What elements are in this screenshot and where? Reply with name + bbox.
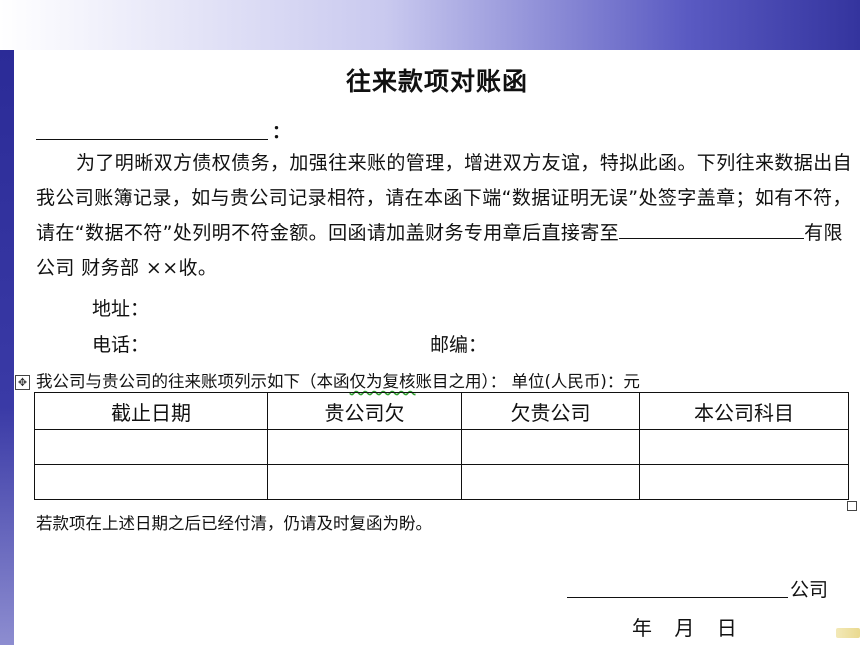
- table-cell[interactable]: [461, 464, 640, 500]
- table-header-row: 截止日期 贵公司欠 欠贵公司 本公司科目: [34, 392, 849, 430]
- corner-accent: [836, 628, 860, 638]
- resize-square-icon[interactable]: [847, 501, 857, 511]
- table-intro: 我公司与贵公司的往来账项列示如下（本函仅为复核账目之用）： 单位(人民币)：元: [36, 368, 856, 392]
- table-cell[interactable]: [639, 429, 849, 465]
- document-title: 往来款项对账函: [345, 67, 528, 96]
- address-label: 地址：: [92, 298, 150, 320]
- table-cell[interactable]: [267, 429, 462, 465]
- table-cell[interactable]: [267, 464, 462, 500]
- column-header-owed-by-you: 贵公司欠: [267, 392, 462, 430]
- table-row: [34, 464, 849, 500]
- table-intro-unit: 账目之用）： 单位(人民币)：元: [415, 372, 640, 391]
- move-cross-icon[interactable]: ✥: [15, 375, 30, 390]
- company-suffix: 公司: [790, 579, 829, 601]
- column-header-cutoff-date: 截止日期: [34, 392, 268, 430]
- table-cell[interactable]: [34, 464, 268, 500]
- mailing-company-blank: [619, 218, 805, 239]
- postcode-label: 邮编：: [430, 334, 488, 356]
- slide-left-strip: [0, 50, 14, 645]
- column-header-account-subject: 本公司科目: [639, 392, 849, 430]
- recipient-colon: ：: [272, 122, 290, 143]
- table-footnote: 若款项在上述日期之后已经付清，仍请及时复函为盼。: [36, 514, 432, 533]
- table-intro-underlined: 仅为复核: [349, 372, 416, 391]
- table-intro-text: 我公司与贵公司的往来账项列示如下（本函: [36, 372, 350, 391]
- table-cell[interactable]: [461, 429, 640, 465]
- letter-body: 为了明晰双方债权债务，加强往来账的管理，增进双方友谊，特拟此函。下列往来数据出自…: [36, 146, 858, 286]
- table-cell[interactable]: [639, 464, 849, 500]
- company-blank-line: [567, 597, 788, 598]
- phone-label: 电话：: [92, 334, 150, 356]
- signature-date: 年 月 日: [632, 616, 737, 640]
- column-header-owed-to-you: 欠贵公司: [461, 392, 640, 430]
- document-page: 往来款项对账函 ： 为了明晰双方债权债务，加强往来账的管理，增进双方友谊，特拟此…: [14, 50, 860, 645]
- table-cell[interactable]: [34, 429, 268, 465]
- table-row: [34, 429, 849, 465]
- recipient-field: ：: [36, 118, 306, 143]
- accounts-table: 截止日期 贵公司欠 欠贵公司 本公司科目: [34, 392, 849, 500]
- recipient-blank-line: [36, 139, 268, 140]
